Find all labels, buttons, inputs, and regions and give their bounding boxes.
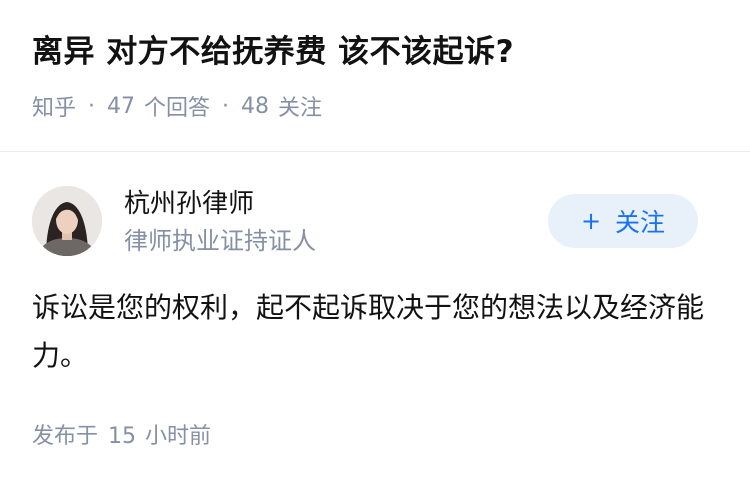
avatar-image: [32, 186, 102, 256]
avatar[interactable]: [32, 186, 102, 256]
separator-dot: ·: [88, 93, 96, 119]
answer-content: 诉讼是您的权利，起不起诉取决于您的想法以及经济能力。: [32, 291, 705, 372]
follow-button-label: 关注: [615, 208, 666, 237]
question-header: 离异 对方不给抚养费 该不该起诉? 知乎 · 47 个回答 · 48 关注: [32, 30, 730, 122]
author-badge: 律师执业证持证人: [124, 227, 316, 255]
author-name[interactable]: 杭州孙律师: [124, 186, 316, 222]
answers-label: 个回答: [144, 96, 211, 121]
answers-count: 47: [107, 93, 136, 119]
followers-count: 48: [241, 93, 270, 119]
section-divider: [0, 151, 750, 152]
follow-button[interactable]: + 关注: [548, 194, 698, 248]
author-info: 杭州孙律师 律师执业证持证人: [124, 186, 316, 258]
source-label[interactable]: 知乎: [32, 90, 76, 122]
publish-suffix: 小时前: [145, 424, 212, 449]
answer-page: 离异 对方不给抚养费 该不该起诉? 知乎 · 47 个回答 · 48 关注 杭州…: [0, 0, 750, 486]
publish-prefix: 发布于: [32, 424, 99, 449]
question-title[interactable]: 离异 对方不给抚养费 该不该起诉?: [32, 30, 730, 74]
followers-label: 关注: [278, 96, 323, 121]
answer-author-bar: 杭州孙律师 律师执业证持证人 + 关注: [32, 184, 698, 260]
plus-icon: +: [580, 207, 602, 235]
question-meta: 知乎 · 47 个回答 · 48 关注: [32, 90, 730, 122]
publish-number: 15: [108, 424, 137, 449]
publish-time: 发布于 15 小时前: [32, 418, 211, 450]
separator-dot: ·: [222, 93, 230, 119]
